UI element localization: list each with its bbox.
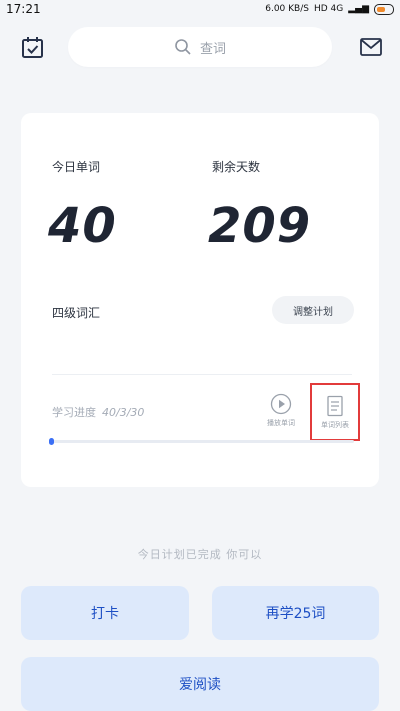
- mail-button[interactable]: [360, 38, 382, 56]
- adjust-plan-button[interactable]: 调整计划: [272, 296, 354, 324]
- vocab-book-title: 四级词汇: [52, 306, 101, 320]
- word-list-label: 单词列表: [321, 420, 349, 429]
- top-bar: 查词: [0, 25, 400, 71]
- document-icon: [327, 395, 343, 416]
- play-icon: [270, 393, 292, 415]
- progress-label-text: 学习进度: [52, 406, 96, 419]
- today-words-value: 40: [48, 198, 117, 254]
- learn-more-button[interactable]: 再学25词: [212, 586, 379, 640]
- play-words-button[interactable]: 播放单词: [261, 393, 301, 441]
- remaining-days-label: 剩余天数: [212, 160, 261, 174]
- mail-icon: [360, 38, 382, 56]
- search-input[interactable]: 查词: [68, 27, 332, 67]
- search-icon: [175, 39, 191, 55]
- net-speed: 6.00 KB/S: [265, 4, 309, 14]
- status-bar: 17:21 6.00 KB/S HD 4G ▂▄▆: [0, 0, 400, 18]
- play-words-label: 播放单词: [267, 419, 295, 427]
- remaining-days-value: 209: [208, 198, 312, 254]
- today-words-label: 今日单词: [52, 160, 101, 174]
- progress-bar: [49, 438, 354, 445]
- checkin-button[interactable]: 打卡: [21, 586, 189, 640]
- calendar-check-button[interactable]: [20, 35, 46, 61]
- progress-bar-handle: [49, 438, 54, 445]
- divider: [52, 374, 352, 375]
- word-list-button[interactable]: 单词列表: [310, 383, 360, 441]
- search-placeholder: 查词: [199, 41, 226, 57]
- calendar-check-icon: [22, 37, 43, 58]
- study-plan-card: 今日单词 40 剩余天数 209 四级词汇 调整计划 学习进度 40/3/30 播…: [21, 113, 379, 487]
- status-time: 17:21: [6, 2, 41, 16]
- network-indicator: HD 4G: [313, 4, 344, 14]
- progress-label: 学习进度 40/3/30: [52, 404, 144, 420]
- signal-icon: ▂▄▆: [348, 4, 369, 14]
- reading-button[interactable]: 爱阅读: [21, 657, 379, 711]
- plan-complete-message: 今日计划已完成 你可以: [137, 548, 263, 561]
- progress-value: 40/3/30: [102, 406, 145, 419]
- battery-icon: [374, 3, 394, 15]
- status-indicators: 6.00 KB/S HD 4G ▂▄▆: [265, 3, 394, 15]
